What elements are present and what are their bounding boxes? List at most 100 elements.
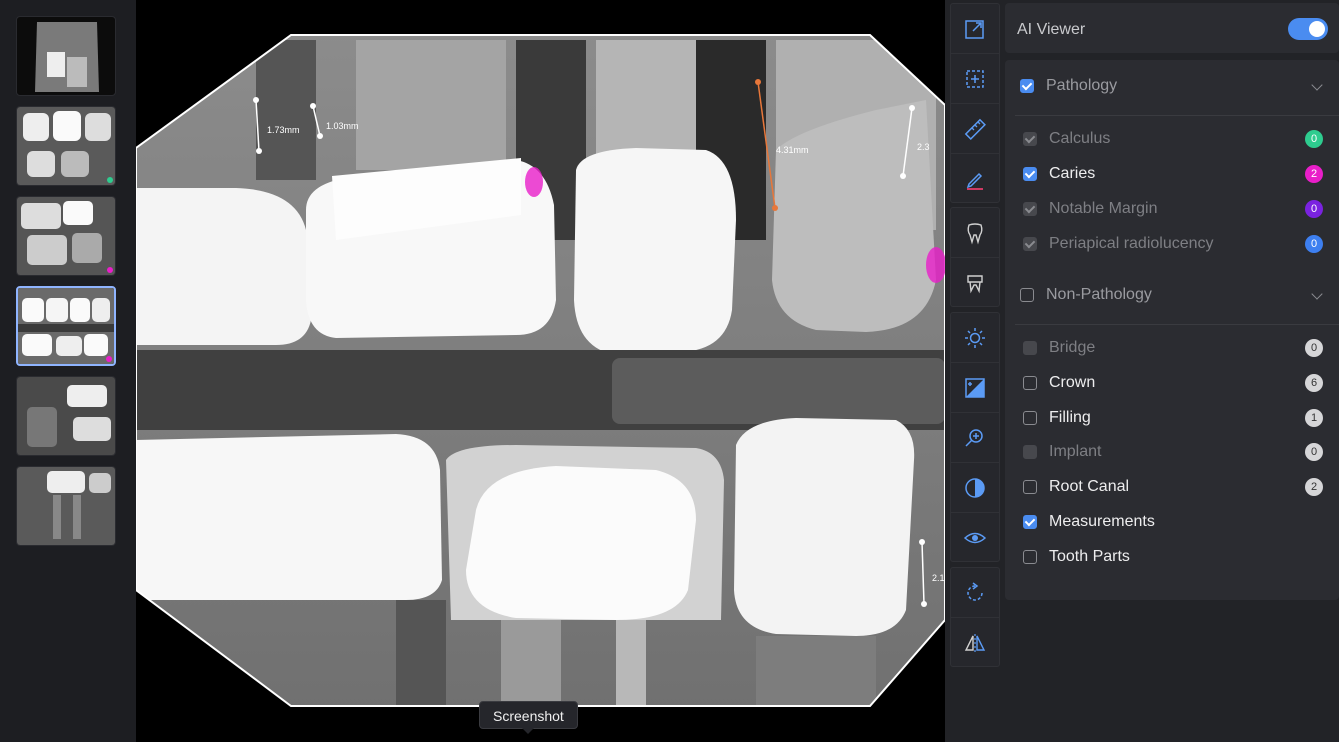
- ai-viewer-title: AI Viewer: [1017, 21, 1086, 38]
- pencil-icon: [966, 172, 983, 190]
- measurement-label: 4.31mm: [776, 145, 809, 155]
- finding-dot: [107, 177, 113, 183]
- finding-dot: [107, 267, 113, 273]
- finding-checkbox[interactable]: [1023, 167, 1037, 181]
- thumbnail-4-selected[interactable]: [16, 286, 116, 366]
- finding-row-notable-margin[interactable]: Notable Margin 0: [1023, 198, 1323, 220]
- thumbnail-3[interactable]: [16, 196, 116, 276]
- finding-row-implant[interactable]: Implant 0: [1023, 441, 1323, 463]
- finding-count-badge: 2: [1305, 165, 1323, 183]
- pathology-header[interactable]: Pathology: [1020, 77, 1117, 95]
- finding-row-caries[interactable]: Caries 2: [1023, 163, 1323, 185]
- caries-marker[interactable]: [525, 167, 543, 197]
- finding-row-bridge[interactable]: Bridge 0: [1023, 337, 1323, 359]
- non-pathology-title: Non-Pathology: [1046, 286, 1152, 303]
- chevron-down-icon[interactable]: [1311, 288, 1323, 300]
- contrast-button[interactable]: [951, 463, 999, 513]
- expand-button[interactable]: [951, 4, 999, 54]
- finding-checkbox[interactable]: [1023, 515, 1037, 529]
- divider: [1015, 115, 1339, 116]
- xray-thumbnail-image: [17, 197, 115, 275]
- chevron-down-icon[interactable]: [1311, 79, 1323, 91]
- flip-button[interactable]: [951, 618, 999, 668]
- app: 1.73mm 1.03mm 4.31mm 2.3 2.1 Screenshot …: [0, 0, 1339, 742]
- pencil-button[interactable]: [951, 154, 999, 204]
- expand-icon: [965, 19, 984, 39]
- crop-button[interactable]: [951, 54, 999, 104]
- ai-viewer-toggle[interactable]: [1288, 18, 1328, 40]
- contrast-icon: [965, 477, 985, 498]
- non-pathology-checkbox[interactable]: [1020, 288, 1034, 302]
- measurement-label: 2.3: [917, 142, 930, 152]
- bitewing-xray-image: 1.73mm 1.03mm 4.31mm 2.3 2.1: [136, 34, 945, 707]
- thumbnail-2[interactable]: [16, 106, 116, 186]
- tooth-button[interactable]: [951, 208, 999, 258]
- finding-checkbox[interactable]: [1023, 375, 1037, 390]
- finding-row-tooth-parts[interactable]: Tooth Parts: [1023, 546, 1323, 568]
- finding-count-badge: 0: [1305, 200, 1323, 218]
- findings-card: Pathology Calculus 0 Caries 2 Notable Margin…: [1005, 60, 1339, 600]
- finding-label: Root Canal: [1049, 478, 1130, 496]
- non-pathology-header[interactable]: Non-Pathology: [1020, 286, 1152, 304]
- tooltip-arrow: [522, 728, 534, 734]
- rotate-button[interactable]: [951, 568, 999, 618]
- finding-count-badge: 0: [1305, 130, 1323, 148]
- ruler-icon: [964, 118, 986, 140]
- crown-button[interactable]: [951, 258, 999, 308]
- pathology-checkbox[interactable]: [1020, 79, 1034, 93]
- tool-group-transform: [950, 567, 1000, 667]
- tool-sidebar: [945, 0, 1005, 742]
- finding-count-badge: 0: [1305, 339, 1323, 357]
- thumbnail-5[interactable]: [16, 376, 116, 456]
- xray-thumbnail-image: [17, 107, 115, 185]
- levels-button[interactable]: [951, 363, 999, 413]
- ai-viewer-header: AI Viewer: [1005, 3, 1339, 53]
- finding-checkbox[interactable]: [1023, 549, 1037, 564]
- finding-checkbox[interactable]: [1023, 410, 1037, 425]
- finding-checkbox[interactable]: [1023, 202, 1037, 216]
- ruler-button[interactable]: [951, 104, 999, 154]
- crop-icon: [966, 69, 984, 88]
- finding-checkbox[interactable]: [1023, 480, 1037, 495]
- finding-dot: [106, 356, 112, 362]
- finding-checkbox[interactable]: [1023, 237, 1037, 251]
- finding-row-calculus[interactable]: Calculus 0: [1023, 128, 1323, 150]
- flip-icon: [964, 634, 986, 652]
- levels-icon: [965, 377, 985, 398]
- finding-checkbox[interactable]: [1023, 341, 1037, 355]
- crown-icon: [967, 275, 983, 294]
- zoom-button[interactable]: [951, 413, 999, 463]
- finding-count-badge: 0: [1305, 443, 1323, 462]
- brightness-icon: [965, 327, 985, 348]
- xray-thumbnail-image: [17, 377, 115, 455]
- screenshot-tooltip: Screenshot: [479, 701, 578, 729]
- finding-checkbox[interactable]: [1023, 132, 1037, 146]
- thumbnail-strip: [0, 0, 136, 742]
- finding-row-measurements[interactable]: Measurements: [1023, 511, 1323, 533]
- finding-count-badge: 6: [1305, 373, 1323, 392]
- finding-row-root-canal[interactable]: Root Canal 2: [1023, 476, 1323, 498]
- finding-row-crown[interactable]: Crown 6: [1023, 372, 1323, 394]
- xray-thumbnail-image: [17, 467, 115, 545]
- tool-group-adjust: [950, 312, 1000, 562]
- finding-checkbox[interactable]: [1023, 445, 1037, 460]
- thumbnail-6[interactable]: [16, 466, 116, 546]
- xray-viewer[interactable]: 1.73mm 1.03mm 4.31mm 2.3 2.1 Screenshot: [136, 0, 945, 742]
- tool-group-teeth: [950, 207, 1000, 307]
- brightness-button[interactable]: [951, 313, 999, 363]
- finding-count-badge: 1: [1305, 408, 1323, 427]
- finding-row-periapical-radiolucency[interactable]: Periapical radiolucency 0: [1023, 233, 1323, 255]
- tool-group-view: [950, 3, 1000, 203]
- finding-label: Crown: [1049, 373, 1096, 391]
- xray-thumbnail-image: [35, 22, 99, 92]
- finding-count-badge: 0: [1305, 235, 1323, 253]
- xray-thumbnail-image: [18, 288, 114, 364]
- measurement-label: 1.73mm: [267, 125, 300, 135]
- measurement-label: 2.1: [932, 573, 945, 583]
- ai-panel: AI Viewer Pathology Calculus 0 Caries 2 Nota…: [1005, 0, 1339, 742]
- measurement-label: 1.03mm: [326, 121, 359, 131]
- thumbnail-1[interactable]: [16, 16, 116, 96]
- finding-label: Implant: [1049, 443, 1102, 461]
- finding-row-filling[interactable]: Filling 1: [1023, 407, 1323, 429]
- visibility-button[interactable]: [951, 513, 999, 563]
